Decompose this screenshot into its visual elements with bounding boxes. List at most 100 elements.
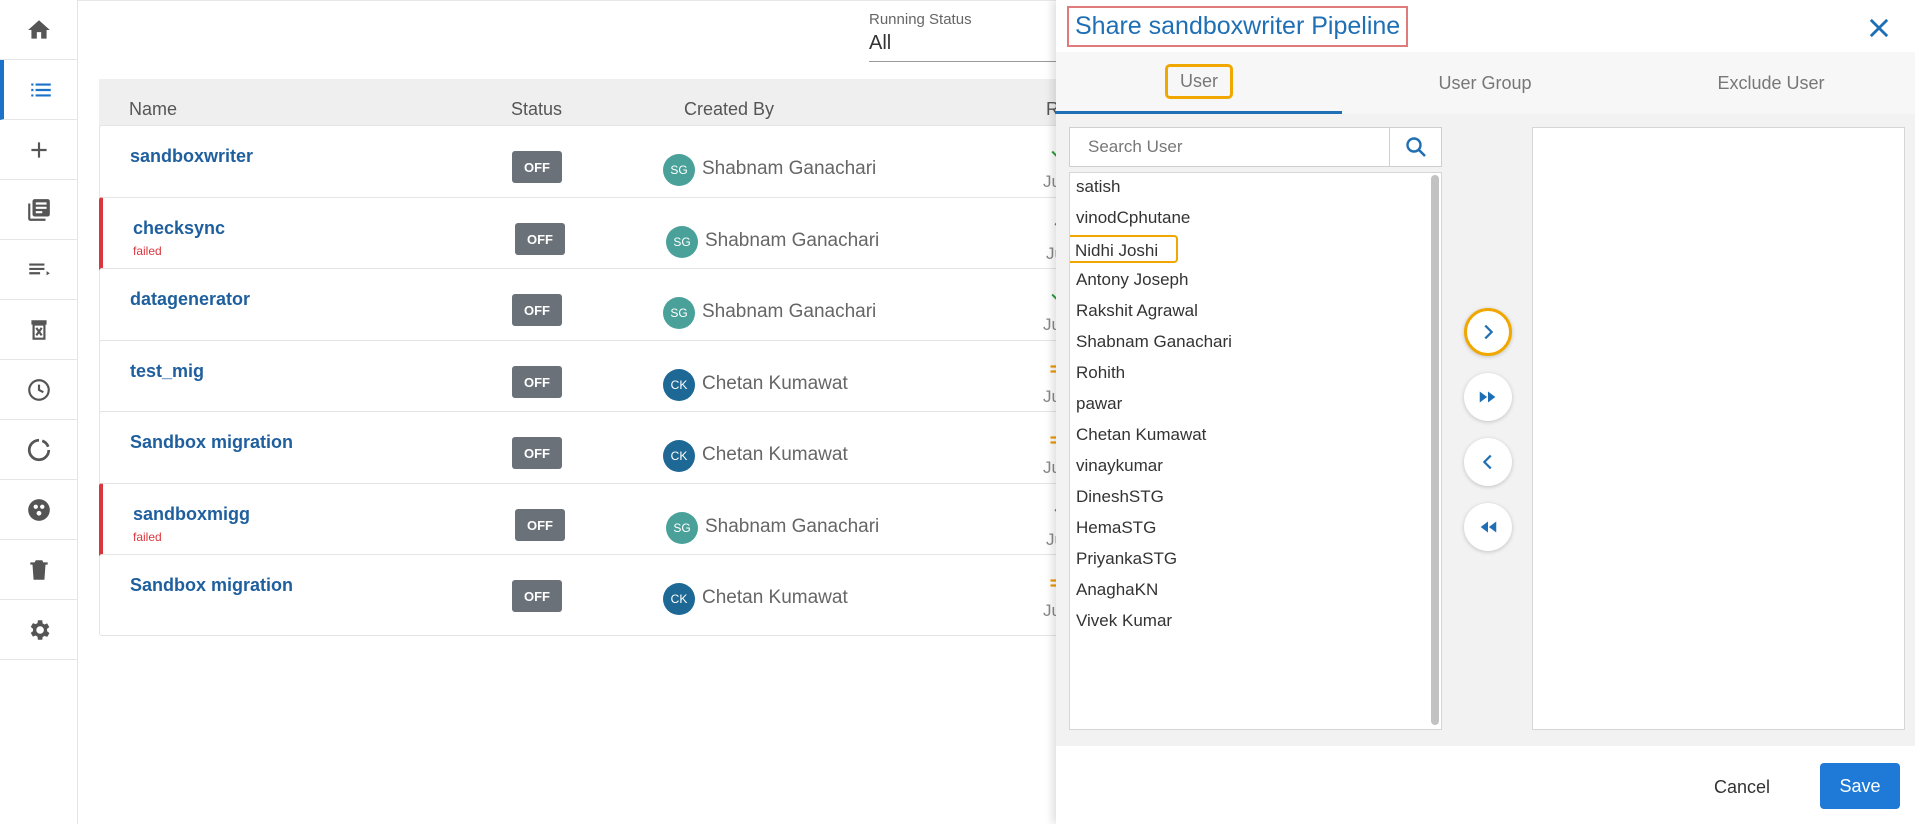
list-item[interactable]: vinodCphutane [1076,204,1190,232]
share-body: satish vinodCphutane Nidhi Joshi Antony Jos… [1056,114,1915,746]
gear-icon [30,619,50,640]
close-icon[interactable] [1865,14,1893,42]
created-by-name: Chetan Kumawat [702,587,848,608]
group-icon [28,498,50,521]
avatar: CK [663,369,695,401]
list-item[interactable]: PriyankaSTG [1076,545,1177,573]
search-icon [1405,137,1426,157]
column-header-status[interactable]: Status [511,99,562,120]
created-by-name: Shabnam Ganachari [705,230,880,251]
move-all-left-button[interactable] [1464,503,1512,551]
status-toggle[interactable]: OFF [512,437,562,469]
created-by-name: Chetan Kumawat [702,444,848,465]
dialog-footer: Cancel Save [1056,746,1915,824]
chevron-right-icon [1484,324,1494,340]
cancel-button[interactable]: Cancel [1704,765,1780,809]
avatar: SG [663,154,695,186]
sidebar-item-list[interactable] [0,60,78,120]
status-toggle[interactable]: OFF [512,294,562,326]
search-button[interactable] [1389,128,1441,166]
pipeline-name-link[interactable]: Sandbox migration [130,575,293,596]
double-chevron-left-icon [1480,521,1497,533]
save-button[interactable]: Save [1820,763,1900,809]
tab-user-label: User [1164,64,1233,99]
status-toggle[interactable]: OFF [512,366,562,398]
sidebar-item-monitor[interactable] [0,420,78,480]
list-item[interactable]: satish [1076,173,1120,201]
status-toggle[interactable]: OFF [512,580,562,612]
list-item[interactable]: DineshSTG [1076,483,1164,511]
move-all-right-button[interactable] [1464,373,1512,421]
tab-user-group-label: User Group [1438,72,1532,93]
selected-users-list[interactable] [1532,127,1905,730]
sidebar-item-home[interactable] [0,0,78,60]
failed-label: failed [133,530,162,544]
app-root: Running Status All Name Status Created B… [0,0,1915,824]
list-item[interactable]: Shabnam Ganachari [1076,328,1232,356]
tab-exclude-user[interactable]: Exclude User [1628,52,1914,114]
chevron-left-icon [1482,454,1492,470]
list-item[interactable]: Chetan Kumawat [1076,421,1206,449]
pipeline-name-link[interactable]: test_mig [130,361,204,382]
clock-icon [28,378,50,401]
list-item[interactable]: AnaghaKN [1076,576,1158,604]
progress-circle-icon [27,438,51,461]
sidebar-item-trash[interactable] [0,540,78,600]
pipeline-name-link[interactable]: Sandbox migration [130,432,293,453]
list-icon [31,83,51,96]
status-toggle[interactable]: OFF [512,151,562,183]
trash-icon [30,559,48,580]
list-item[interactable]: vinaykumar [1076,452,1163,480]
list-item[interactable]: Rohith [1076,359,1125,387]
available-users-list[interactable]: satish vinodCphutane Nidhi Joshi Antony Jos… [1069,172,1442,730]
sidebar-item-add[interactable] [0,120,78,180]
avatar: CK [663,440,695,472]
created-by-name: Chetan Kumawat [702,373,848,394]
search-user-box [1069,127,1442,167]
avatar: SG [666,226,698,258]
dialog-title: Share sandboxwriter Pipeline [1067,6,1409,47]
avatar: CK [663,583,695,615]
pipeline-name-link[interactable]: checksync [133,218,225,239]
move-selected-right-button[interactable] [1464,308,1512,356]
user-list-scrollbar[interactable] [1431,175,1439,725]
share-pipeline-dialog: Share sandboxwriter Pipeline User User G… [1056,0,1915,824]
pipeline-name-link[interactable]: datagenerator [130,289,250,310]
created-by-name: Shabnam Ganachari [702,158,877,179]
failed-label: failed [133,244,162,258]
sidebar-item-library[interactable] [0,180,78,240]
home-icon [28,19,50,39]
avatar: SG [666,512,698,544]
list-item[interactable]: Nidhi Joshi [1070,235,1179,263]
sidebar-item-groups[interactable] [0,480,78,540]
tab-exclude-user-label: Exclude User [1717,72,1825,93]
list-item[interactable]: Rakshit Agrawal [1076,297,1198,325]
pipeline-name-link[interactable]: sandboxmigg [133,504,250,525]
column-header-name[interactable]: Name [129,99,177,120]
sidebar-item-history[interactable] [0,360,78,420]
sidebar-item-purge[interactable] [0,300,78,360]
sidebar-item-settings[interactable] [0,600,78,660]
list-item[interactable]: pawar [1076,390,1122,418]
tab-user[interactable]: User [1056,52,1342,114]
avatar: SG [663,297,695,329]
list-item[interactable]: HemaSTG [1076,514,1156,542]
created-by-name: Shabnam Ganachari [705,516,880,537]
move-selected-left-button[interactable] [1464,438,1512,486]
list-item[interactable]: Antony Joseph [1076,266,1188,294]
playlist-icon [29,263,50,275]
double-chevron-right-icon [1479,391,1496,403]
sidebar [0,0,78,824]
sidebar-item-playlist[interactable] [0,240,78,300]
tab-user-group[interactable]: User Group [1342,52,1628,114]
created-by-name: Shabnam Ganachari [702,301,877,322]
share-tabs: User User Group Exclude User [1056,52,1915,114]
plus-icon [31,141,47,158]
status-toggle[interactable]: OFF [515,509,565,541]
column-header-created-by[interactable]: Created By [684,99,774,120]
pipeline-name-link[interactable]: sandboxwriter [130,146,253,167]
delete-box-icon [31,319,47,340]
list-item[interactable]: Vivek Kumar [1076,607,1172,635]
search-user-input[interactable] [1070,128,1390,166]
status-toggle[interactable]: OFF [515,223,565,255]
